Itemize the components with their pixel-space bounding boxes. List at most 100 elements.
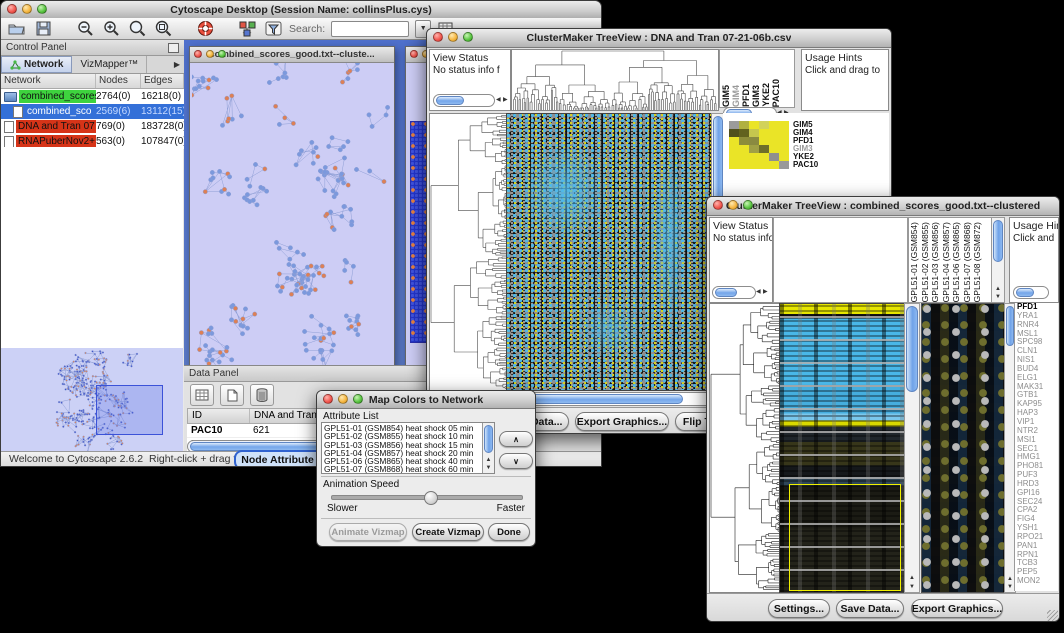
animation-speed-slider[interactable]	[331, 495, 523, 500]
network-name: combined_sco	[25, 105, 93, 118]
animate-vizmap-button[interactable]: Animate Vizmap	[329, 523, 407, 541]
zoom-fit-icon[interactable]	[153, 20, 173, 38]
overview-viewport-rect[interactable]	[96, 385, 163, 435]
close-icon[interactable]	[433, 32, 443, 42]
tv2-collabel-scrollbar[interactable]: ▲ ▼	[991, 217, 1005, 303]
scroll-down-arrow[interactable]: ▼	[483, 464, 494, 472]
vizmapper-icon[interactable]	[237, 20, 257, 38]
scroll-up-arrow[interactable]: ▲	[992, 285, 1004, 293]
zoom-selected-icon[interactable]	[127, 20, 147, 38]
attribute-item[interactable]: GPL51-07 (GSM868) heat shock 60 min	[322, 465, 494, 473]
scroll-right-arrow[interactable]: ▶	[763, 289, 768, 295]
scroll-up-arrow[interactable]: ▲	[905, 574, 919, 582]
move-up-button[interactable]: ∧	[499, 431, 533, 447]
tv2-status-scrollbar[interactable]	[712, 286, 756, 299]
settings-button[interactable]: Settings...	[768, 599, 830, 618]
tv2-hints-scrollbar[interactable]	[1013, 286, 1049, 299]
gene-label[interactable]: MON2	[1015, 577, 1058, 586]
close-icon[interactable]	[410, 50, 418, 58]
select-attributes-icon[interactable]	[190, 384, 214, 406]
minimize-icon[interactable]	[338, 394, 348, 404]
network-view-titlebar[interactable]: combined_scores_good.txt--cluste...	[190, 47, 394, 63]
scroll-down-arrow[interactable]: ▼	[992, 293, 1004, 301]
tv1-hscrollbar[interactable]	[511, 392, 713, 406]
search-input[interactable]	[331, 21, 409, 37]
tv2-button-bar: Settings... Save Data... Export Graphics…	[707, 593, 1059, 622]
close-icon[interactable]	[7, 4, 17, 14]
network-overview-thumbnail[interactable]	[1, 348, 183, 451]
close-icon[interactable]	[194, 50, 202, 58]
tv1-row-label[interactable]: PAC10	[793, 161, 818, 169]
tv2-column-dendrogram-area[interactable]	[773, 217, 908, 303]
save-data-button[interactable]: Save Data...	[836, 599, 904, 618]
tab-overflow-arrow[interactable]: ▶	[170, 56, 184, 73]
scroll-up-arrow[interactable]: ▲	[483, 456, 494, 464]
resize-grip[interactable]	[1047, 610, 1058, 621]
tv2-global-heatmap[interactable]	[779, 303, 906, 593]
zoom-in-icon[interactable]	[101, 20, 121, 38]
network-table-header-cell[interactable]: Network	[1, 74, 96, 88]
tv1-column-dendrogram[interactable]	[511, 49, 719, 111]
delete-attribute-icon[interactable]	[250, 384, 274, 406]
window-controls	[323, 394, 363, 404]
main-titlebar[interactable]: Cytoscape Desktop (Session Name: collins…	[1, 1, 601, 19]
done-button[interactable]: Done	[488, 523, 530, 541]
tv1-column-label[interactable]: PAC10	[772, 79, 782, 107]
zoom-window-icon[interactable]	[353, 394, 363, 404]
export-graphics-button[interactable]: Export Graphics...	[575, 412, 669, 431]
create-attribute-icon[interactable]	[220, 384, 244, 406]
network-row[interactable]: combined_sco 2569(6) 13112(15)	[1, 104, 184, 119]
tv2-vscrollbar[interactable]: ▲ ▼	[904, 303, 920, 593]
tv2-column-label[interactable]: GPL51-08 (GSM872)	[973, 222, 984, 302]
scroll-left-arrow[interactable]: ◀	[756, 289, 761, 295]
tv1-row-dendrogram[interactable]	[429, 113, 508, 391]
create-vizmap-button[interactable]: Create Vizmap	[412, 523, 484, 541]
dialog-titlebar[interactable]: Map Colors to Network	[317, 391, 535, 409]
tab-network[interactable]: Network	[1, 56, 72, 73]
network-view-window: combined_scores_good.txt--cluste...	[189, 46, 395, 375]
network-table-header-cell[interactable]: Nodes	[96, 74, 141, 88]
attribute-table-header-cell[interactable]: ID	[188, 409, 250, 423]
network-row[interactable]: combined_scores 2764(0) 16218(0)	[1, 89, 184, 104]
move-down-button[interactable]: ∨	[499, 453, 533, 469]
scroll-left-arrow[interactable]: ◀	[496, 97, 501, 103]
help-icon[interactable]	[195, 20, 215, 38]
tv2-column-label[interactable]: GPL51-06 (GSM865)	[952, 222, 963, 302]
tv2-column-label[interactable]: GPL51-03 (GSM856)	[931, 222, 942, 302]
treeview1-titlebar[interactable]: ClusterMaker TreeView : DNA and Tran 07-…	[427, 29, 891, 48]
tv1-global-heatmap[interactable]	[506, 113, 713, 391]
close-icon[interactable]	[713, 200, 723, 210]
tab-vizmapper[interactable]: VizMapper™	[72, 56, 147, 73]
attribute-list-scrollbar[interactable]: ▲ ▼	[482, 423, 494, 473]
tv2-row-dendrogram[interactable]	[709, 303, 781, 593]
tv1-zoom-heatmap[interactable]	[729, 121, 789, 169]
minimize-icon[interactable]	[728, 200, 738, 210]
slider-thumb[interactable]	[424, 491, 438, 505]
network-canvas[interactable]	[192, 63, 392, 372]
attribute-listbox[interactable]: GPL51-01 (GSM854) heat shock 05 minGPL51…	[321, 422, 495, 474]
float-panel-icon[interactable]	[168, 43, 179, 53]
minimize-icon[interactable]	[22, 4, 32, 14]
network-table-header-cell[interactable]: Edges	[141, 74, 184, 88]
zoom-window-icon[interactable]	[37, 4, 47, 14]
zoom-out-icon[interactable]	[75, 20, 95, 38]
tv1-status-scrollbar[interactable]	[433, 94, 495, 107]
zoom-window-icon[interactable]	[743, 200, 753, 210]
close-icon[interactable]	[323, 394, 333, 404]
heatmap-selection-rect[interactable]	[789, 484, 901, 591]
tv2-column-label[interactable]: GPL51-01 (GSM854)	[910, 222, 921, 302]
tv2-zoom-heatmap[interactable]	[921, 303, 1006, 593]
open-session-icon[interactable]	[7, 20, 27, 38]
network-row[interactable]: DNA and Tran 07 769(0) 183728(0)	[1, 119, 184, 134]
network-edge-count: 107847(0)	[141, 136, 184, 147]
minimize-icon[interactable]	[206, 50, 214, 58]
scroll-down-arrow[interactable]: ▼	[905, 583, 919, 591]
zoom-window-icon[interactable]	[463, 32, 473, 42]
zoom-window-icon[interactable]	[218, 50, 226, 58]
minimize-icon[interactable]	[448, 32, 458, 42]
export-graphics-button[interactable]: Export Graphics...	[911, 599, 1003, 618]
filter-icon[interactable]	[263, 20, 283, 38]
treeview2-titlebar[interactable]: ClusterMaker TreeView : combined_scores_…	[707, 197, 1059, 216]
save-session-icon[interactable]	[33, 20, 53, 38]
scroll-right-arrow[interactable]: ▶	[503, 97, 508, 103]
